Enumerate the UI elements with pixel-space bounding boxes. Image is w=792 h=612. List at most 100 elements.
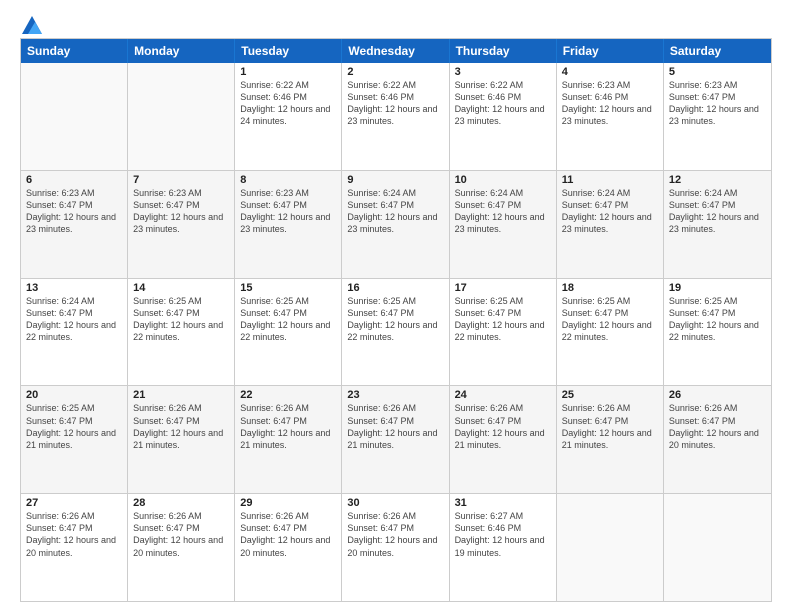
day-info: Sunrise: 6:26 AM Sunset: 6:47 PM Dayligh… [455,402,551,451]
cal-cell: 28Sunrise: 6:26 AM Sunset: 6:47 PM Dayli… [128,494,235,601]
day-number: 22 [240,389,336,401]
cal-cell: 4Sunrise: 6:23 AM Sunset: 6:46 PM Daylig… [557,63,664,170]
day-number: 1 [240,66,336,78]
cal-cell: 2Sunrise: 6:22 AM Sunset: 6:46 PM Daylig… [342,63,449,170]
cal-cell: 13Sunrise: 6:24 AM Sunset: 6:47 PM Dayli… [21,279,128,386]
cal-cell: 26Sunrise: 6:26 AM Sunset: 6:47 PM Dayli… [664,386,771,493]
calendar-header: SundayMondayTuesdayWednesdayThursdayFrid… [21,39,771,63]
day-info: Sunrise: 6:26 AM Sunset: 6:47 PM Dayligh… [240,402,336,451]
day-info: Sunrise: 6:25 AM Sunset: 6:47 PM Dayligh… [347,295,443,344]
day-number: 2 [347,66,443,78]
cal-header-saturday: Saturday [664,39,771,63]
cal-cell [557,494,664,601]
cal-cell: 12Sunrise: 6:24 AM Sunset: 6:47 PM Dayli… [664,171,771,278]
day-info: Sunrise: 6:25 AM Sunset: 6:47 PM Dayligh… [669,295,766,344]
cal-cell: 11Sunrise: 6:24 AM Sunset: 6:47 PM Dayli… [557,171,664,278]
cal-week-2: 6Sunrise: 6:23 AM Sunset: 6:47 PM Daylig… [21,171,771,279]
day-number: 6 [26,174,122,186]
cal-cell: 29Sunrise: 6:26 AM Sunset: 6:47 PM Dayli… [235,494,342,601]
day-number: 3 [455,66,551,78]
cal-cell: 17Sunrise: 6:25 AM Sunset: 6:47 PM Dayli… [450,279,557,386]
day-number: 21 [133,389,229,401]
day-info: Sunrise: 6:26 AM Sunset: 6:47 PM Dayligh… [26,510,122,559]
cal-cell: 3Sunrise: 6:22 AM Sunset: 6:46 PM Daylig… [450,63,557,170]
day-info: Sunrise: 6:26 AM Sunset: 6:47 PM Dayligh… [347,402,443,451]
day-number: 28 [133,497,229,509]
day-number: 4 [562,66,658,78]
cal-week-5: 27Sunrise: 6:26 AM Sunset: 6:47 PM Dayli… [21,494,771,601]
day-info: Sunrise: 6:26 AM Sunset: 6:47 PM Dayligh… [133,402,229,451]
day-info: Sunrise: 6:23 AM Sunset: 6:47 PM Dayligh… [133,187,229,236]
cal-cell [664,494,771,601]
day-number: 16 [347,282,443,294]
day-info: Sunrise: 6:27 AM Sunset: 6:46 PM Dayligh… [455,510,551,559]
cal-week-4: 20Sunrise: 6:25 AM Sunset: 6:47 PM Dayli… [21,386,771,494]
day-number: 17 [455,282,551,294]
cal-cell: 30Sunrise: 6:26 AM Sunset: 6:47 PM Dayli… [342,494,449,601]
cal-cell: 31Sunrise: 6:27 AM Sunset: 6:46 PM Dayli… [450,494,557,601]
cal-cell: 23Sunrise: 6:26 AM Sunset: 6:47 PM Dayli… [342,386,449,493]
cal-header-monday: Monday [128,39,235,63]
page: SundayMondayTuesdayWednesdayThursdayFrid… [0,0,792,612]
cal-week-1: 1Sunrise: 6:22 AM Sunset: 6:46 PM Daylig… [21,63,771,171]
cal-cell: 21Sunrise: 6:26 AM Sunset: 6:47 PM Dayli… [128,386,235,493]
day-info: Sunrise: 6:26 AM Sunset: 6:47 PM Dayligh… [347,510,443,559]
day-info: Sunrise: 6:26 AM Sunset: 6:47 PM Dayligh… [133,510,229,559]
cal-cell [21,63,128,170]
cal-header-friday: Friday [557,39,664,63]
day-info: Sunrise: 6:24 AM Sunset: 6:47 PM Dayligh… [455,187,551,236]
cal-cell: 18Sunrise: 6:25 AM Sunset: 6:47 PM Dayli… [557,279,664,386]
day-info: Sunrise: 6:23 AM Sunset: 6:47 PM Dayligh… [26,187,122,236]
logo [20,16,42,30]
day-info: Sunrise: 6:25 AM Sunset: 6:47 PM Dayligh… [26,402,122,451]
day-info: Sunrise: 6:26 AM Sunset: 6:47 PM Dayligh… [669,402,766,451]
day-number: 14 [133,282,229,294]
day-number: 19 [669,282,766,294]
day-number: 31 [455,497,551,509]
cal-week-3: 13Sunrise: 6:24 AM Sunset: 6:47 PM Dayli… [21,279,771,387]
day-info: Sunrise: 6:25 AM Sunset: 6:47 PM Dayligh… [455,295,551,344]
day-number: 11 [562,174,658,186]
day-number: 24 [455,389,551,401]
cal-cell: 22Sunrise: 6:26 AM Sunset: 6:47 PM Dayli… [235,386,342,493]
cal-cell: 9Sunrise: 6:24 AM Sunset: 6:47 PM Daylig… [342,171,449,278]
cal-cell: 16Sunrise: 6:25 AM Sunset: 6:47 PM Dayli… [342,279,449,386]
day-number: 26 [669,389,766,401]
day-number: 8 [240,174,336,186]
day-number: 20 [26,389,122,401]
cal-cell [128,63,235,170]
day-number: 23 [347,389,443,401]
cal-cell: 20Sunrise: 6:25 AM Sunset: 6:47 PM Dayli… [21,386,128,493]
day-info: Sunrise: 6:23 AM Sunset: 6:47 PM Dayligh… [240,187,336,236]
day-info: Sunrise: 6:24 AM Sunset: 6:47 PM Dayligh… [669,187,766,236]
day-info: Sunrise: 6:22 AM Sunset: 6:46 PM Dayligh… [240,79,336,128]
cal-header-wednesday: Wednesday [342,39,449,63]
day-number: 15 [240,282,336,294]
day-number: 25 [562,389,658,401]
calendar-body: 1Sunrise: 6:22 AM Sunset: 6:46 PM Daylig… [21,63,771,601]
cal-cell: 14Sunrise: 6:25 AM Sunset: 6:47 PM Dayli… [128,279,235,386]
cal-cell: 5Sunrise: 6:23 AM Sunset: 6:47 PM Daylig… [664,63,771,170]
day-info: Sunrise: 6:25 AM Sunset: 6:47 PM Dayligh… [562,295,658,344]
cal-cell: 7Sunrise: 6:23 AM Sunset: 6:47 PM Daylig… [128,171,235,278]
day-info: Sunrise: 6:26 AM Sunset: 6:47 PM Dayligh… [240,510,336,559]
day-number: 9 [347,174,443,186]
cal-cell: 6Sunrise: 6:23 AM Sunset: 6:47 PM Daylig… [21,171,128,278]
day-number: 10 [455,174,551,186]
day-info: Sunrise: 6:25 AM Sunset: 6:47 PM Dayligh… [133,295,229,344]
day-number: 18 [562,282,658,294]
day-number: 7 [133,174,229,186]
cal-cell: 10Sunrise: 6:24 AM Sunset: 6:47 PM Dayli… [450,171,557,278]
cal-cell: 8Sunrise: 6:23 AM Sunset: 6:47 PM Daylig… [235,171,342,278]
header [20,16,772,30]
day-info: Sunrise: 6:23 AM Sunset: 6:46 PM Dayligh… [562,79,658,128]
day-number: 30 [347,497,443,509]
day-info: Sunrise: 6:26 AM Sunset: 6:47 PM Dayligh… [562,402,658,451]
cal-cell: 27Sunrise: 6:26 AM Sunset: 6:47 PM Dayli… [21,494,128,601]
day-number: 29 [240,497,336,509]
day-number: 12 [669,174,766,186]
cal-cell: 25Sunrise: 6:26 AM Sunset: 6:47 PM Dayli… [557,386,664,493]
day-number: 13 [26,282,122,294]
cal-cell: 24Sunrise: 6:26 AM Sunset: 6:47 PM Dayli… [450,386,557,493]
logo-icon [22,16,42,34]
